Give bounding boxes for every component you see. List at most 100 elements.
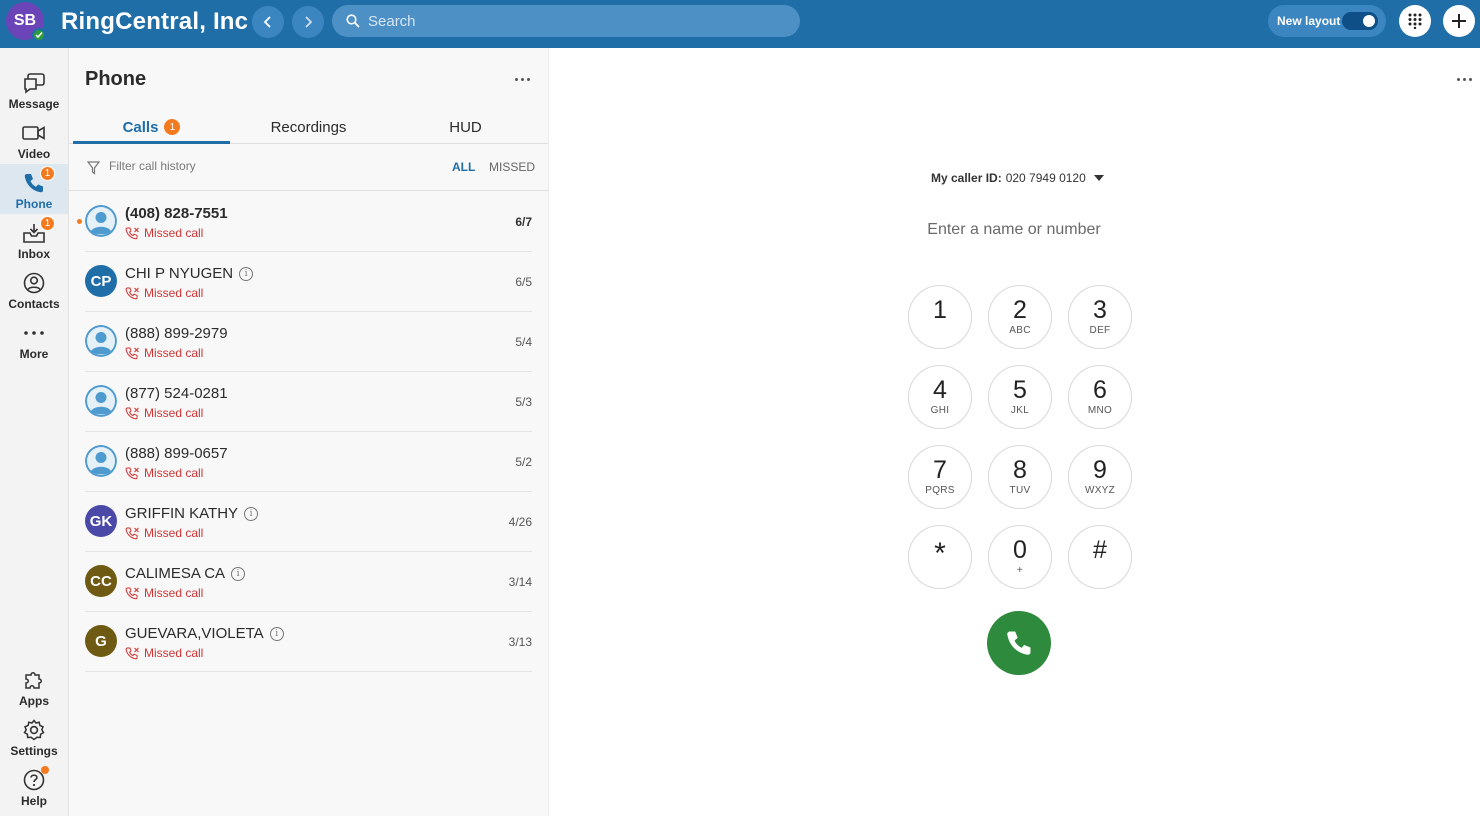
tab-recordings[interactable]: Recordings xyxy=(230,110,387,144)
missed-call-icon xyxy=(125,347,139,359)
tab-hud[interactable]: HUD xyxy=(387,110,544,144)
user-initials: SB xyxy=(13,12,37,29)
info-icon[interactable]: i xyxy=(239,266,254,281)
filter-call-history-input[interactable]: Filter call history xyxy=(109,159,196,173)
dial-key-3[interactable]: 3 DEF xyxy=(1068,285,1132,349)
apps-icon xyxy=(21,667,47,693)
top-bar: SB RingCentral, Inc Search New layout xyxy=(0,0,1480,48)
info-icon[interactable]: i xyxy=(269,626,284,641)
key-digit: 2 xyxy=(1013,296,1027,324)
dial-key-1[interactable]: 1 xyxy=(908,285,972,349)
dial-key-0[interactable]: 0 + xyxy=(988,525,1052,589)
chevron-right-icon xyxy=(305,16,313,28)
dialer-more-button[interactable] xyxy=(1457,78,1472,81)
chevron-left-icon xyxy=(263,16,271,28)
call-row[interactable]: (877) 524-0281 Missed call 5/3 xyxy=(69,372,548,432)
dial-key-6[interactable]: 6 MNO xyxy=(1068,365,1132,429)
caller-name: (408) 828-7551 xyxy=(125,205,228,222)
tab-calls[interactable]: Calls 1 xyxy=(73,110,230,144)
call-status: Missed call xyxy=(125,466,203,480)
dial-key-5[interactable]: 5 JKL xyxy=(988,365,1052,429)
call-status-text: Missed call xyxy=(144,646,204,660)
nav-settings-label: Settings xyxy=(10,744,58,758)
caller-name-text: (877) 524-0281 xyxy=(125,385,228,402)
key-letters: TUV xyxy=(1009,485,1031,496)
key-letters: JKL xyxy=(1010,405,1030,416)
default-avatar-icon xyxy=(85,205,117,237)
nav-settings[interactable]: Settings xyxy=(0,711,68,761)
caller-name: (888) 899-2979 xyxy=(125,325,228,342)
caller-name: GUEVARA,VIOLETA i xyxy=(125,625,284,642)
dialpad-button[interactable] xyxy=(1399,5,1431,37)
phone-icon: 1 xyxy=(21,166,55,196)
dial-key-4[interactable]: 4 GHI xyxy=(908,365,972,429)
dial-key-star[interactable]: * xyxy=(908,525,972,589)
call-status: Missed call xyxy=(125,406,203,420)
contact-avatar: GK xyxy=(85,505,117,537)
nav-contacts[interactable]: Contacts xyxy=(0,264,68,314)
caller-name: GRIFFIN KATHY i xyxy=(125,505,259,522)
back-button[interactable] xyxy=(252,6,284,38)
caller-name-text: (888) 899-2979 xyxy=(125,325,228,342)
call-date: 5/3 xyxy=(515,395,532,409)
dial-key-9[interactable]: 9 WXYZ xyxy=(1068,445,1132,509)
search-icon xyxy=(346,14,360,28)
new-action-button[interactable] xyxy=(1443,5,1475,37)
info-icon[interactable]: i xyxy=(231,566,246,581)
forward-button[interactable] xyxy=(292,6,324,38)
video-icon xyxy=(21,120,47,146)
key-digit: 4 xyxy=(933,376,947,404)
call-row[interactable]: CP CHI P NYUGEN i Missed call 6/5 xyxy=(69,252,548,312)
nav-video[interactable]: Video xyxy=(0,114,68,164)
call-row[interactable]: (888) 899-2979 Missed call 5/4 xyxy=(69,312,548,372)
nav-help[interactable]: Help xyxy=(0,761,68,811)
nav-inbox[interactable]: 1 Inbox xyxy=(0,214,68,264)
dial-number-input[interactable] xyxy=(879,216,1149,244)
filter-missed-button[interactable]: MISSED xyxy=(489,160,535,174)
dial-key-7[interactable]: 7 PQRS xyxy=(908,445,972,509)
contacts-icon xyxy=(21,270,47,296)
call-row[interactable]: GK GRIFFIN KATHY i Missed call 4/26 xyxy=(69,492,548,552)
search-input[interactable]: Search xyxy=(332,5,800,37)
nav-help-label: Help xyxy=(20,794,47,808)
key-letters: ABC xyxy=(1009,325,1031,336)
nav-phone-label: Phone xyxy=(15,197,53,211)
filter-all-button[interactable]: ALL xyxy=(452,160,475,174)
nav-phone[interactable]: 1 Phone xyxy=(0,164,68,214)
dial-key-2[interactable]: 2 ABC xyxy=(988,285,1052,349)
missed-call-icon xyxy=(125,587,139,599)
nav-contacts-label: Contacts xyxy=(8,297,60,311)
tab-calls-label: Calls xyxy=(122,118,159,136)
call-row[interactable]: G GUEVARA,VIOLETA i Missed call 3/13 xyxy=(69,612,548,672)
call-status: Missed call xyxy=(125,526,203,540)
user-avatar[interactable]: SB xyxy=(6,2,46,42)
nav-message[interactable]: Message xyxy=(0,64,68,114)
dial-key-hash[interactable]: # xyxy=(1068,525,1132,589)
caller-name-text: (888) 899-0657 xyxy=(125,445,228,462)
tab-calls-badge: 1 xyxy=(164,119,181,135)
call-row[interactable]: (408) 828-7551 Missed call 6/7 xyxy=(69,192,548,252)
caller-id-selector[interactable]: My caller ID: 020 7949 0120 xyxy=(931,171,1104,185)
toggle-switch[interactable] xyxy=(1342,12,1378,30)
caller-name-text: (408) 828-7551 xyxy=(125,205,228,222)
nav-apps[interactable]: Apps xyxy=(0,661,68,711)
help-icon xyxy=(21,766,49,793)
contact-avatar: CP xyxy=(85,265,117,297)
call-date: 6/7 xyxy=(515,215,532,229)
new-layout-label: New layout xyxy=(1277,14,1341,28)
call-button[interactable] xyxy=(987,611,1051,675)
plus-icon xyxy=(1452,14,1466,28)
dot xyxy=(1457,78,1460,81)
caller-name-text: CHI P NYUGEN xyxy=(125,265,234,282)
tab-recordings-label: Recordings xyxy=(270,118,347,136)
dial-key-8[interactable]: 8 TUV xyxy=(988,445,1052,509)
call-row[interactable]: (888) 899-0657 Missed call 5/2 xyxy=(69,432,548,492)
left-nav-rail: Message Video 1 Phone 1 Inbox Contacts M… xyxy=(0,48,69,816)
info-icon[interactable]: i xyxy=(244,506,259,521)
inbox-badge: 1 xyxy=(40,216,55,231)
nav-more[interactable]: More xyxy=(0,314,68,364)
new-layout-toggle[interactable]: New layout xyxy=(1268,5,1386,37)
panel-more-button[interactable] xyxy=(515,78,530,81)
call-row[interactable]: CC CALIMESA CA i Missed call 3/14 xyxy=(69,552,548,612)
missed-call-icon xyxy=(125,527,139,539)
